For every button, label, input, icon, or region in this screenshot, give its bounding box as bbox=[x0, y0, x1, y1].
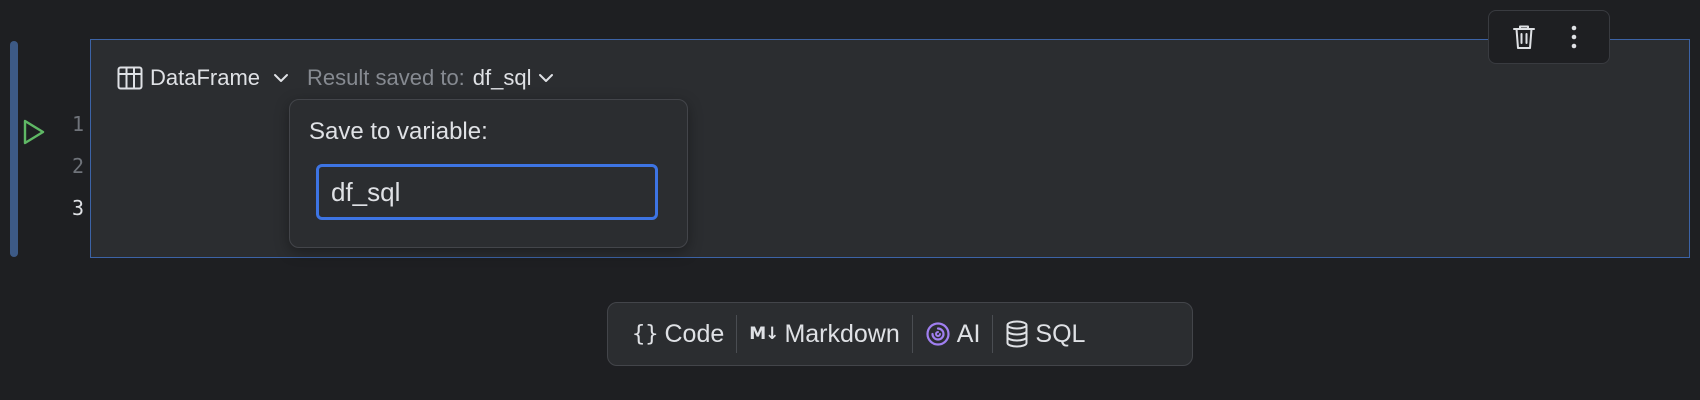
line-number-current: 3 bbox=[71, 196, 84, 220]
more-vertical-icon bbox=[1571, 25, 1577, 49]
result-saved-label: Result saved to: bbox=[307, 65, 465, 90]
save-variable-popup: Save to variable: bbox=[289, 99, 688, 248]
add-markdown-cell-button[interactable]: M↓ Markdown bbox=[737, 314, 912, 354]
add-item-label: AI bbox=[956, 319, 981, 348]
result-variable-dropdown[interactable]: df_sql bbox=[473, 65, 554, 91]
sql-cell-header: DataFrame Result saved to: df_sql bbox=[117, 62, 554, 94]
line-number: 2 bbox=[71, 154, 84, 178]
database-icon bbox=[1006, 320, 1028, 348]
output-type-dropdown[interactable]: DataFrame bbox=[117, 65, 289, 91]
add-item-label: Code bbox=[664, 319, 725, 348]
run-cell-button[interactable] bbox=[19, 117, 49, 147]
line-number: 1 bbox=[71, 112, 84, 136]
add-ai-cell-button[interactable]: AI bbox=[913, 314, 993, 354]
trash-icon bbox=[1513, 25, 1535, 49]
table-icon bbox=[117, 66, 143, 90]
add-cell-bar: {} Code M↓ Markdown AI SQL bbox=[607, 302, 1193, 366]
markdown-icon: M↓ bbox=[749, 324, 779, 344]
chevron-down-icon bbox=[538, 74, 553, 82]
add-item-label: Markdown bbox=[784, 319, 900, 348]
variable-name-input[interactable] bbox=[316, 164, 658, 220]
add-item-label: SQL bbox=[1035, 319, 1086, 348]
result-variable-name: df_sql bbox=[472, 65, 532, 90]
delete-cell-button[interactable] bbox=[1506, 19, 1542, 55]
braces-icon: {} bbox=[632, 321, 659, 347]
cell-selection-bar bbox=[10, 41, 18, 257]
more-actions-button[interactable] bbox=[1556, 19, 1592, 55]
ai-swirl-icon bbox=[926, 322, 950, 346]
notebook-editor: 1 2 3 DataFrame Result saved to: df_sql … bbox=[0, 0, 1700, 400]
play-icon bbox=[23, 119, 45, 145]
output-type-label: DataFrame bbox=[150, 65, 261, 90]
add-sql-cell-button[interactable]: SQL bbox=[993, 314, 1097, 354]
chevron-down-icon bbox=[274, 74, 289, 82]
cell-toolbar bbox=[1488, 10, 1610, 64]
popup-title: Save to variable: bbox=[309, 118, 488, 145]
add-code-cell-button[interactable]: {} Code bbox=[620, 314, 736, 354]
